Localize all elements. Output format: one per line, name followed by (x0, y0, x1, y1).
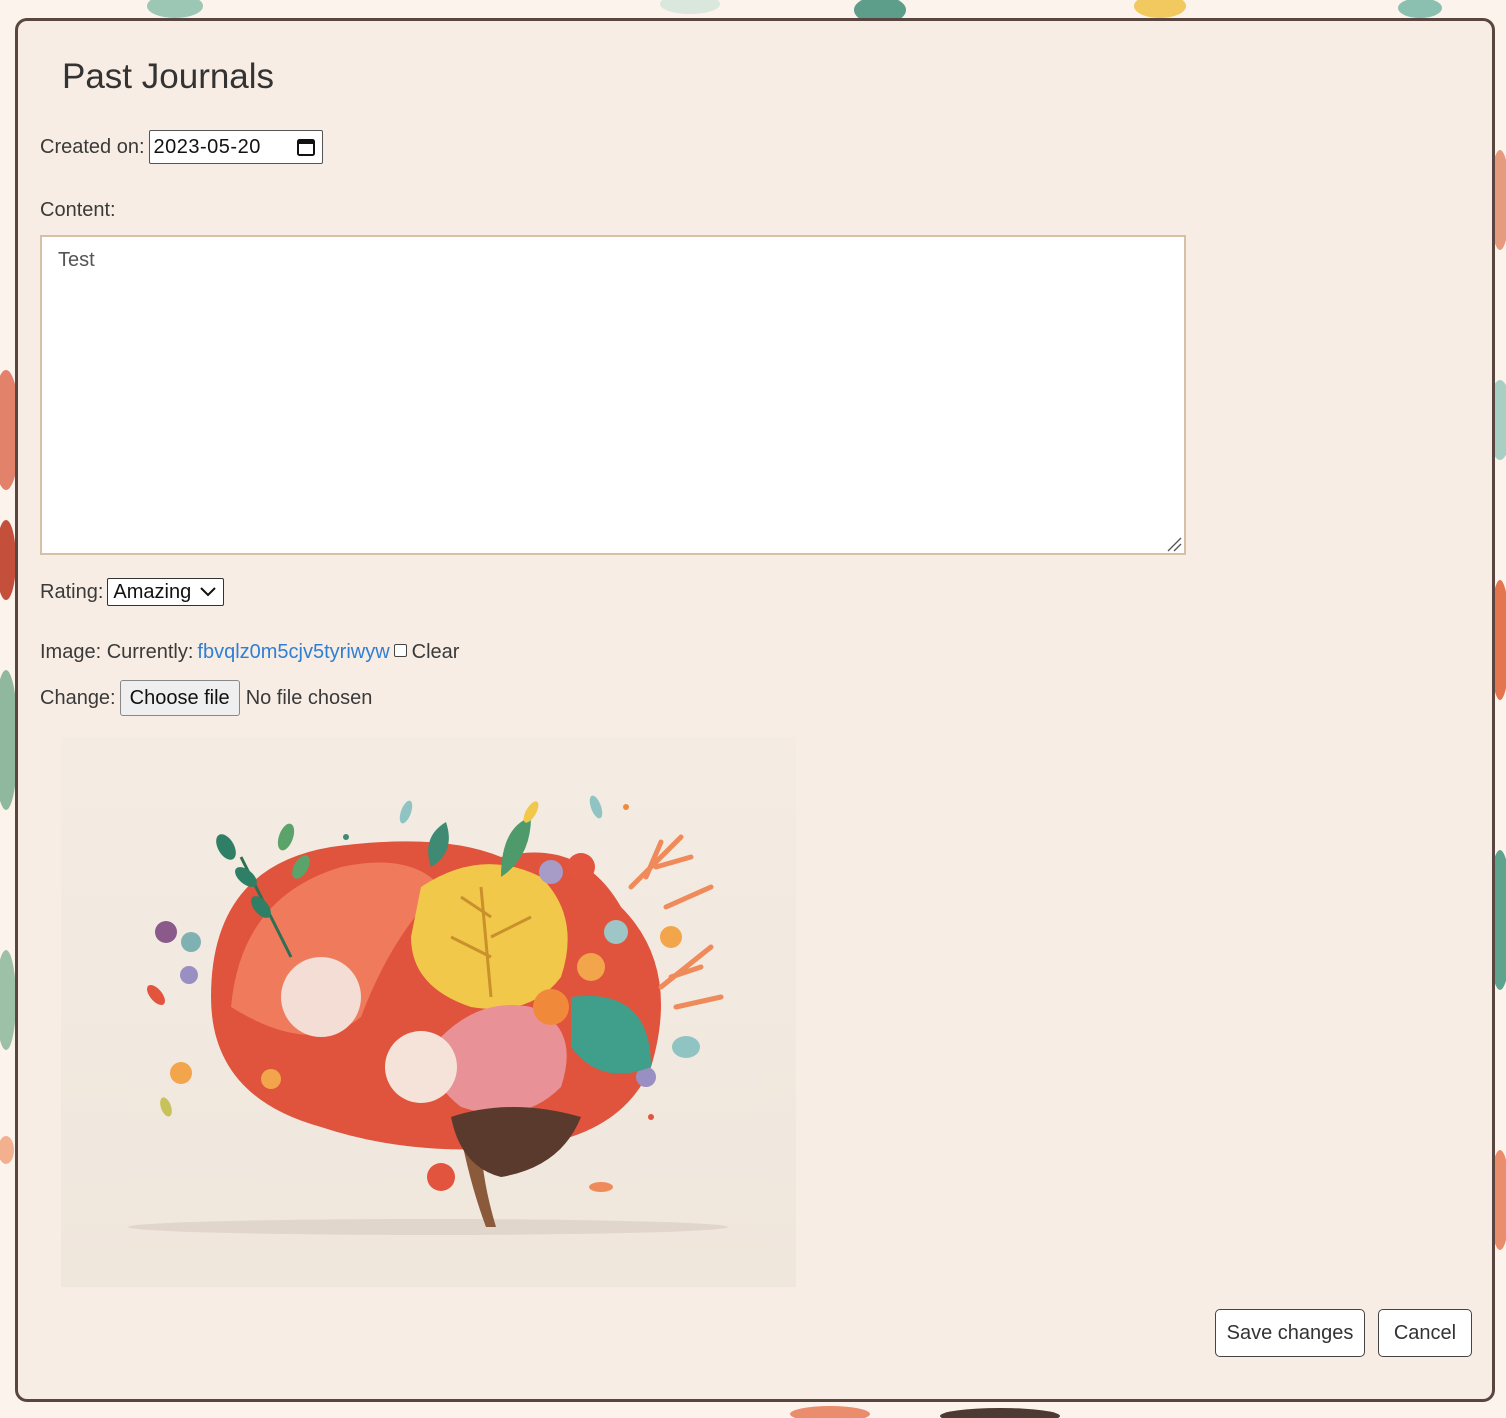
created-on-label: Created on: (40, 135, 145, 158)
created-on-date-input[interactable]: 2023-05-20 (148, 130, 323, 164)
image-row: Image: Currently: fbvqlz0m5cjv5tyriwyw C… (40, 641, 459, 664)
content-row: Content: (40, 199, 116, 222)
rating-select[interactable]: Amazing (107, 578, 225, 606)
clear-label: Clear (411, 641, 460, 663)
cancel-button[interactable]: Cancel (1378, 1309, 1472, 1357)
content-textarea[interactable]: Test (40, 235, 1186, 555)
current-image-link[interactable]: fbvqlz0m5cjv5tyriwyw (197, 641, 389, 664)
calendar-icon[interactable] (296, 137, 316, 157)
rating-label: Rating: (40, 580, 104, 603)
content-text: Test (58, 249, 95, 271)
modal-title: Past Journals (62, 57, 275, 96)
image-label: Image: Currently: (40, 641, 194, 663)
resize-grip-icon[interactable] (1166, 535, 1182, 552)
save-changes-button[interactable]: Save changes (1215, 1309, 1365, 1357)
clear-image-checkbox[interactable] (393, 644, 407, 657)
content-label: Content: (40, 199, 116, 221)
journal-edit-modal: Past Journals Created on: 2023-05-20 Con… (15, 18, 1495, 1402)
rating-row: Rating: Amazing (40, 578, 225, 606)
rating-selected-value: Amazing (113, 580, 192, 603)
change-label: Change: (40, 686, 116, 709)
created-on-value: 2023-05-20 (153, 135, 261, 158)
chevron-down-icon (199, 586, 217, 598)
brain-flower-illustration (128, 795, 728, 1235)
change-image-row: Change: Choose file No file chosen (40, 680, 372, 716)
file-status: No file chosen (245, 686, 373, 709)
created-on-row: Created on: 2023-05-20 (40, 130, 323, 164)
journal-image-preview (61, 737, 796, 1287)
choose-file-button[interactable]: Choose file (119, 680, 240, 716)
